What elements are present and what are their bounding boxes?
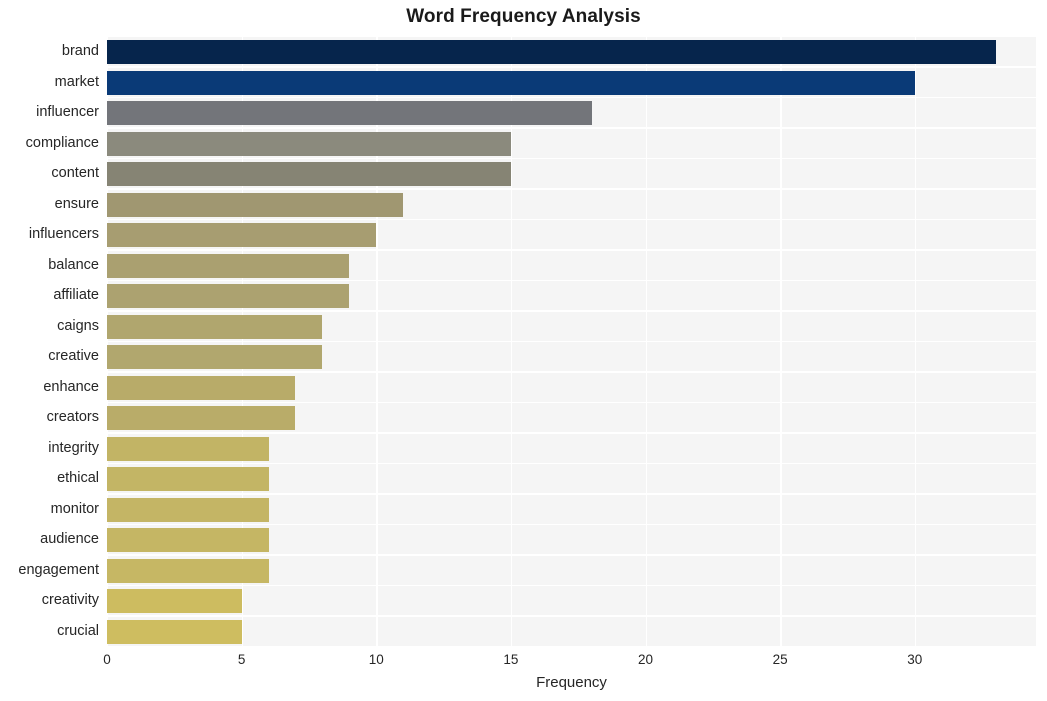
y-tick-label-influencers: influencers (28, 226, 99, 243)
chart-title: Word Frequency Analysis (406, 6, 641, 27)
y-tick-label-ensure: ensure (54, 195, 99, 212)
y-tick-label-compliance: compliance (25, 134, 99, 151)
x-tick-label-20: 20 (638, 652, 654, 667)
y-tick-label-affiliate: affiliate (53, 287, 99, 304)
y-tick-label-enhance: enhance (43, 378, 99, 395)
x-tick-label-25: 25 (772, 652, 788, 667)
y-tick-label-crucial: crucial (57, 622, 99, 639)
y-tick-label-creative: creative (48, 348, 99, 365)
x-tick-label-10: 10 (368, 652, 384, 667)
chart-figure: Word Frequency Analysis brand market influ… (0, 0, 1047, 701)
y-tick-label-engagement: engagement (18, 561, 99, 578)
y-tick-label-influencer: influencer (36, 104, 99, 121)
x-tick-label-5: 5 (237, 652, 246, 667)
y-tick-label-balance: balance (48, 256, 99, 273)
x-axis-tick-labels: 0 5 10 15 20 25 30 (0, 649, 1047, 675)
y-tick-label-monitor: monitor (50, 500, 99, 517)
x-tick-label-0: 0 (103, 652, 111, 667)
y-tick-label-creativity: creativity (41, 592, 99, 609)
x-axis-label: Frequency (536, 674, 607, 691)
y-axis-tick-labels: brand market influencer compliance content en… (0, 37, 1047, 647)
y-tick-label-market: market (54, 73, 99, 90)
y-tick-label-creators: creators (46, 409, 99, 426)
x-tick-label-30: 30 (907, 652, 923, 667)
y-tick-label-brand: brand (61, 43, 99, 60)
y-tick-label-audience: audience (40, 531, 99, 548)
y-tick-label-caigns: caigns (57, 317, 99, 334)
y-tick-label-integrity: integrity (48, 439, 99, 456)
y-tick-label-content: content (51, 165, 99, 182)
y-tick-label-ethical: ethical (57, 470, 99, 487)
x-tick-label-15: 15 (503, 652, 519, 667)
